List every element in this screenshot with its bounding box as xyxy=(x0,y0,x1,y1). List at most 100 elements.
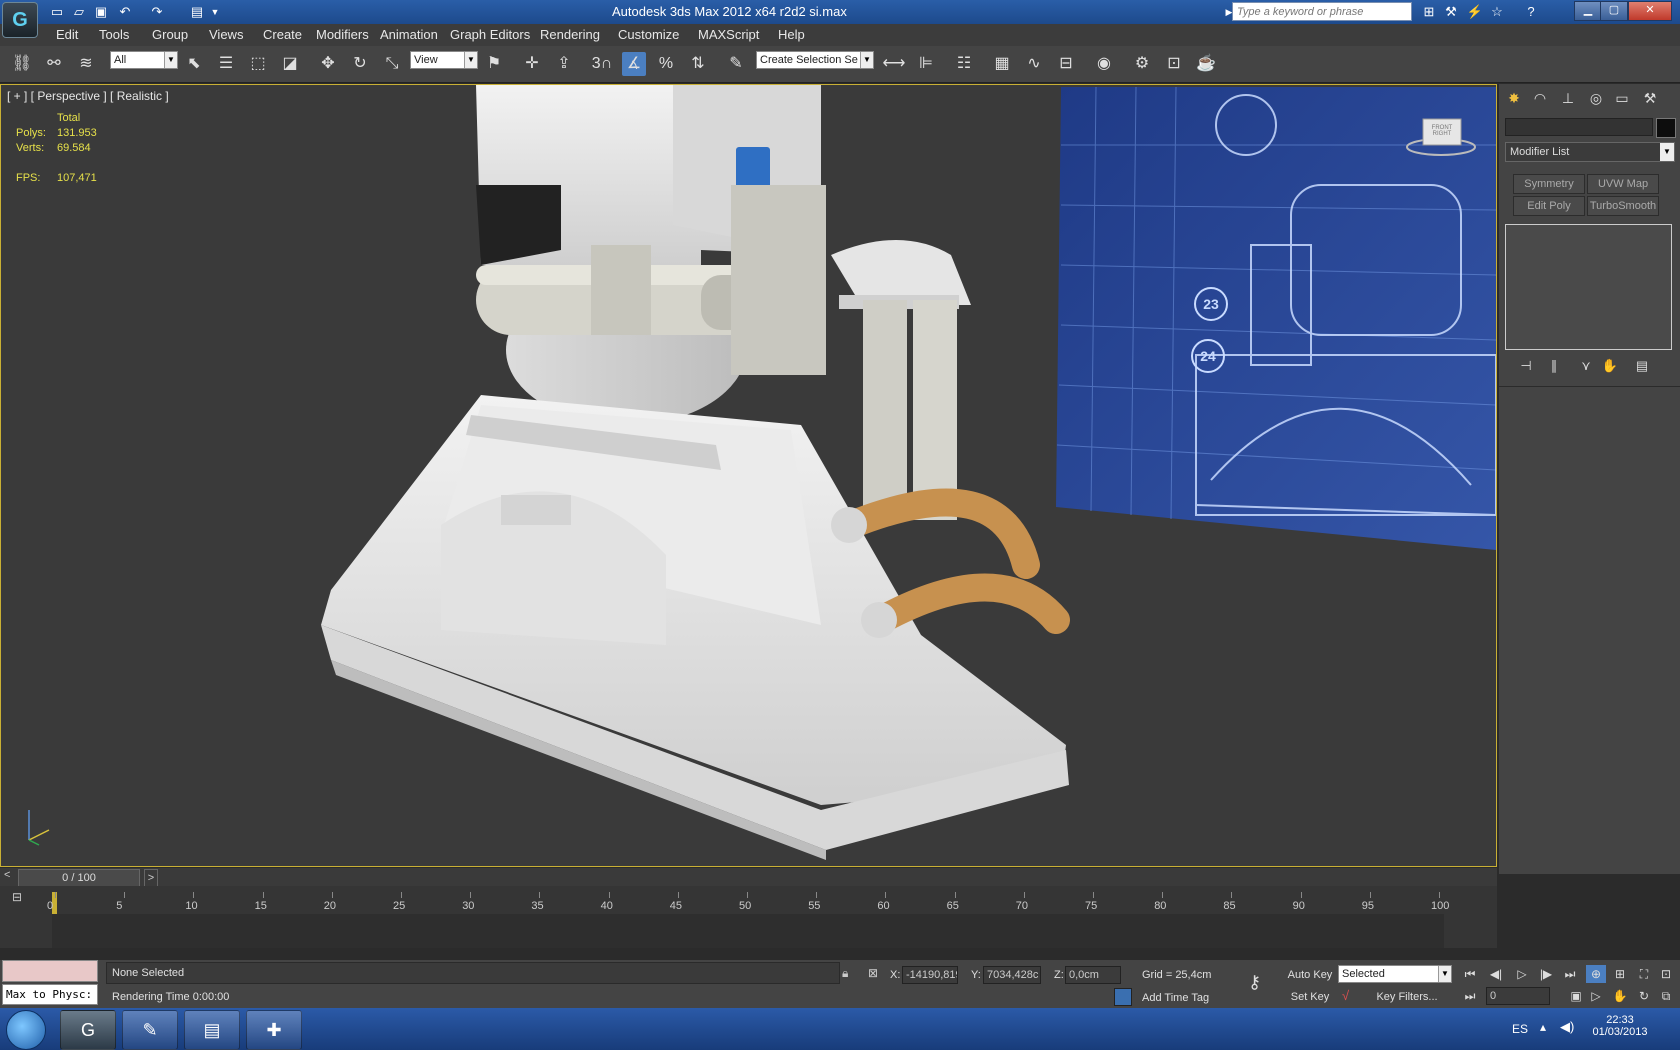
tray-clock[interactable]: 22:33 01/03/2013 xyxy=(1580,1014,1660,1038)
maxscript-listener-mini[interactable]: Max to Physc: xyxy=(2,960,98,1006)
time-slider[interactable]: < 0 / 100 > xyxy=(0,868,1497,887)
time-slider-prev-icon[interactable]: < xyxy=(4,869,10,881)
remove-modifier-icon[interactable]: ✋ xyxy=(1599,356,1621,376)
menu-graph-editors[interactable]: Graph Editors xyxy=(450,27,530,42)
graphite-toolbar-icon[interactable]: ▦ xyxy=(990,52,1014,76)
auto-key-button[interactable]: Auto Key xyxy=(1286,966,1334,984)
tray-up-arrow-icon[interactable]: ▴ xyxy=(1540,1020,1546,1034)
taskbar-app-icon[interactable]: ✚ xyxy=(246,1010,302,1050)
key-mode-toggle-icon[interactable]: ⏭ xyxy=(1460,987,1480,1005)
minimize-button[interactable]: ▁ xyxy=(1574,1,1602,21)
maxscript-input[interactable]: Max to Physc: xyxy=(2,984,98,1005)
modify-tab-icon[interactable]: ◠ xyxy=(1529,87,1551,109)
hierarchy-tab-icon[interactable]: ⊥ xyxy=(1557,87,1579,109)
keyboard-shortcut-override-icon[interactable]: ⇪ xyxy=(552,52,576,76)
rendered-frame-window-icon[interactable]: ⊡ xyxy=(1162,52,1186,76)
menu-customize[interactable]: Customize xyxy=(618,27,679,42)
absolute-mode-icon[interactable]: ⊠ xyxy=(868,966,878,980)
uvw-map-button[interactable]: UVW Map xyxy=(1587,174,1659,194)
menu-create[interactable]: Create xyxy=(263,27,302,42)
menu-maxscript[interactable]: MAXScript xyxy=(698,27,759,42)
taskbar-3dsmax-icon[interactable]: G xyxy=(60,1010,116,1050)
open-file-icon[interactable]: ▱ xyxy=(70,3,88,21)
motion-tab-icon[interactable]: ◎ xyxy=(1585,87,1607,109)
favorites-star-icon[interactable]: ☆ xyxy=(1488,3,1506,21)
key-selection-dropdown[interactable]: Selected ▼ xyxy=(1338,965,1452,983)
current-frame-field[interactable]: 0 xyxy=(1486,987,1550,1005)
select-by-name-icon[interactable]: ☰ xyxy=(214,52,238,76)
z-coordinate-field[interactable]: 0,0cm xyxy=(1065,966,1121,984)
reference-coordinate-dropdown[interactable]: View ▼ xyxy=(410,51,478,69)
add-time-tag-button[interactable]: Add Time Tag xyxy=(1142,992,1209,1004)
pan-view-icon[interactable]: ✋ xyxy=(1610,987,1630,1005)
schematic-view-icon[interactable]: ⊟ xyxy=(1054,52,1078,76)
edit-named-selection-icon[interactable]: ✎ xyxy=(724,52,748,76)
help-icon[interactable]: ? xyxy=(1522,3,1540,21)
play-icon[interactable]: ▷ xyxy=(1512,965,1532,983)
project-folder-icon[interactable]: ▤ xyxy=(188,3,206,21)
go-to-start-icon[interactable]: ⏮ xyxy=(1460,965,1480,983)
binoculars-icon[interactable]: ⊞ xyxy=(1420,3,1438,21)
select-manipulate-icon[interactable]: ✛ xyxy=(520,52,544,76)
quick-access-dropdown-icon[interactable]: ▼ xyxy=(206,3,224,21)
zoom-extents-icon[interactable]: ⛶ xyxy=(1634,965,1654,983)
select-and-move-icon[interactable]: ✥ xyxy=(316,52,340,76)
select-and-link-icon[interactable]: ⛓ xyxy=(10,52,34,76)
time-configuration-icon[interactable]: ▣ xyxy=(1566,987,1586,1005)
menu-rendering[interactable]: Rendering xyxy=(540,27,600,42)
field-of-view-icon[interactable]: ▷ xyxy=(1586,987,1606,1005)
material-editor-icon[interactable]: ◉ xyxy=(1092,52,1116,76)
track-bar[interactable]: ⊟ 0 5 10 15 20 25 30 35 40 45 50 55 60 65 70 75 80 85 90 95… xyxy=(0,886,1497,948)
communication-center-icon[interactable]: ⚡ xyxy=(1466,3,1484,21)
search-input[interactable]: Type a keyword or phrase xyxy=(1232,2,1412,21)
close-button[interactable]: ✕ xyxy=(1628,1,1672,21)
menu-tools[interactable]: Tools xyxy=(99,27,129,42)
menu-group[interactable]: Group xyxy=(152,27,188,42)
window-crossing-icon[interactable]: ◪ xyxy=(278,52,302,76)
zoom-extents-all-icon[interactable]: ⊡ xyxy=(1656,965,1676,983)
previous-frame-icon[interactable]: ◀| xyxy=(1486,965,1506,983)
menu-animation[interactable]: Animation xyxy=(380,27,438,42)
set-key-button[interactable]: Set Key xyxy=(1286,988,1334,1006)
render-setup-icon[interactable]: ⚙ xyxy=(1130,52,1154,76)
modifier-stack[interactable] xyxy=(1505,224,1672,350)
spinner-snap-icon[interactable]: ⇅ xyxy=(686,52,710,76)
taskbar-explorer-icon[interactable]: ▤ xyxy=(184,1010,240,1050)
edit-poly-button[interactable]: Edit Poly xyxy=(1513,196,1585,216)
perspective-viewport[interactable]: [ + ] [ Perspective ] [ Realistic ] Tota… xyxy=(0,84,1497,867)
save-icon[interactable]: ▣ xyxy=(92,3,110,21)
zoom-all-icon[interactable]: ⊞ xyxy=(1610,965,1630,983)
modifier-list-dropdown[interactable]: Modifier List ▼ xyxy=(1505,142,1675,162)
pin-stack-icon[interactable]: ⊣ xyxy=(1515,356,1537,376)
orbit-icon[interactable]: ↻ xyxy=(1634,987,1654,1005)
maxscript-output[interactable] xyxy=(2,960,98,982)
bind-space-warp-icon[interactable]: ≋ xyxy=(74,52,98,76)
app-menu-button[interactable]: G xyxy=(2,2,38,38)
time-slider-thumb[interactable]: 0 / 100 xyxy=(18,869,140,887)
y-coordinate-field[interactable]: 7034,428c xyxy=(983,966,1041,984)
object-color-swatch[interactable] xyxy=(1656,118,1676,138)
subscription-icon[interactable]: ⚒ xyxy=(1442,3,1460,21)
undo-icon[interactable]: ↶ xyxy=(116,3,134,21)
select-and-rotate-icon[interactable]: ↻ xyxy=(348,52,372,76)
configure-modifier-sets-icon[interactable]: ▤ xyxy=(1631,356,1653,376)
time-slider-next-icon[interactable]: > xyxy=(144,869,158,887)
turbosmooth-button[interactable]: TurboSmooth xyxy=(1587,196,1659,216)
taskbar-app-icon[interactable]: ✎ xyxy=(122,1010,178,1050)
redo-icon[interactable]: ↷ xyxy=(148,3,166,21)
lock-selection-icon[interactable]: 🔒︎ xyxy=(842,966,848,981)
maximize-viewport-icon[interactable]: ⧉ xyxy=(1656,987,1676,1005)
rectangular-selection-icon[interactable]: ⬚ xyxy=(246,52,270,76)
utilities-tab-icon[interactable]: ⚒ xyxy=(1639,87,1661,109)
create-tab-icon[interactable]: ✸ xyxy=(1503,87,1525,109)
layer-manager-icon[interactable]: ☷ xyxy=(952,52,976,76)
selection-filter-dropdown[interactable]: All ▼ xyxy=(110,51,178,69)
tray-volume-icon[interactable]: ◀) xyxy=(1560,1019,1574,1035)
zoom-icon[interactable]: ⊕ xyxy=(1586,965,1606,983)
render-production-icon[interactable]: ☕ xyxy=(1194,52,1218,76)
object-name-field[interactable] xyxy=(1505,118,1653,136)
select-object-icon[interactable]: ⬉ xyxy=(182,52,206,76)
key-filters-button[interactable]: Key Filters... xyxy=(1362,988,1452,1006)
snaps-toggle-icon[interactable]: 3∩ xyxy=(590,52,614,76)
time-tag-icon[interactable] xyxy=(1114,988,1132,1006)
